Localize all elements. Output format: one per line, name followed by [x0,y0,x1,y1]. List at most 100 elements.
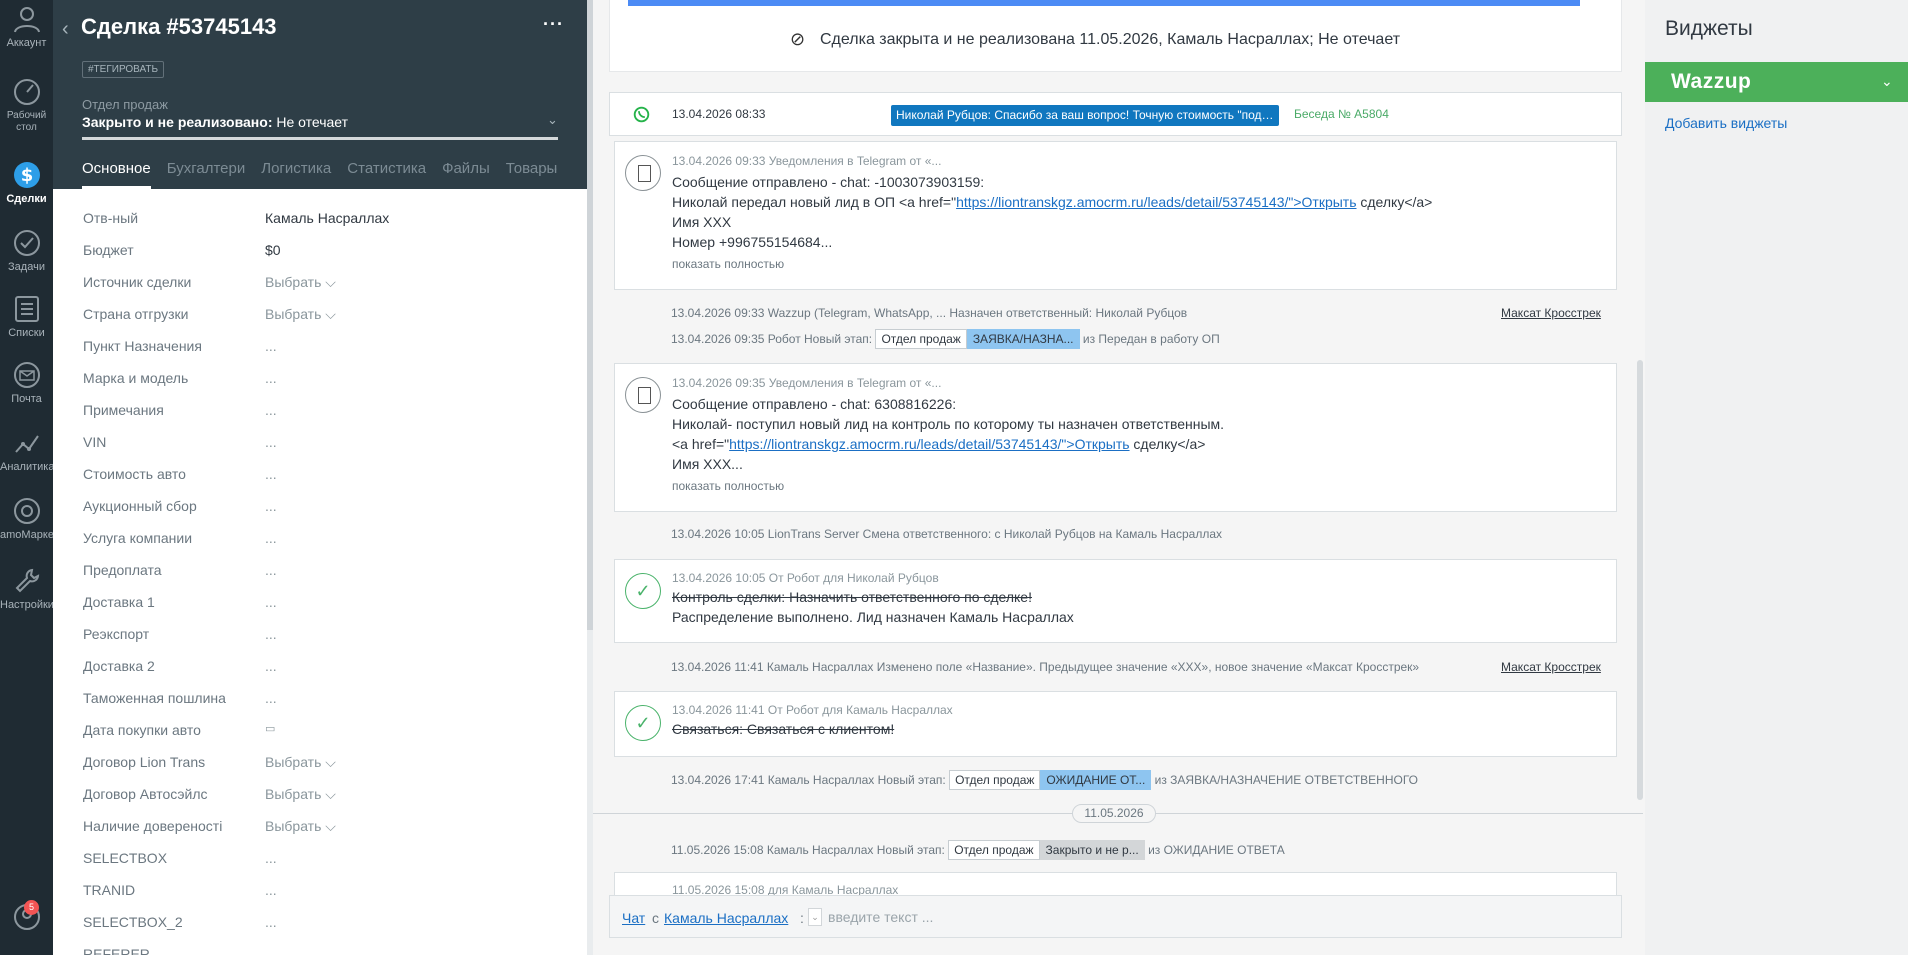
field-row[interactable]: REFERER [53,939,587,955]
field-row[interactable]: Марка и модель... [53,363,587,395]
back-arrow-icon[interactable]: ‹ [62,18,69,41]
field-row[interactable]: Доставка 2... [53,651,587,683]
status-reason: Не отечает [272,114,349,130]
stage-tag: Закрыто и не р... [1039,840,1145,860]
banner-topbar [628,0,1580,6]
tab-files[interactable]: Файлы [442,160,490,189]
field-row[interactable]: Бюджет $0 [53,235,587,267]
nav-dashboard[interactable]: Рабочий стол [0,77,53,134]
field-row[interactable]: Договор Автосэйлс Выбрать ⌵ [53,779,587,811]
field-value[interactable]: ... [265,882,277,898]
field-value[interactable]: Камаль Насраллах [265,210,389,226]
deals-icon: $ [13,162,40,188]
field-row[interactable]: Источник сделки Выбрать ⌵ [53,267,587,299]
field-value[interactable]: ... [265,498,277,514]
field-row[interactable]: Примечания... [53,395,587,427]
field-row[interactable]: Пункт Назначения... [53,331,587,363]
note-line: Николай передал новый лид в ОП <a href="… [672,192,1432,212]
chevron-down-icon[interactable]: ⌄ [1881,73,1893,90]
chevron-down-icon[interactable]: ⌄ [808,908,822,926]
field-value[interactable]: ... [265,658,277,674]
event-text: из ОЖИДАНИЕ ОТВЕТА [1148,843,1285,857]
note-header: 13.04.2026 09:33 Уведомления в Telegram … [672,154,942,168]
field-row[interactable]: Аукционный сбор... [53,491,587,523]
chat-type-link[interactable]: Чат [622,910,645,926]
field-value[interactable]: ... [265,530,277,546]
note-line: <a href="https://liontranskgz.amocrm.ru/… [672,434,1224,454]
tab-accounting[interactable]: Бухгалтери [167,160,246,189]
field-value[interactable]: ... [265,402,277,418]
field-label: Услуга компании [83,530,193,546]
field-row[interactable]: Доставка 1... [53,587,587,619]
widgets-panel: Виджеты Wazzup ⌄ Добавить виджеты [1645,0,1908,955]
tab-main[interactable]: Основное [82,160,151,189]
wazzup-widget[interactable]: Wazzup ⌄ [1645,62,1908,102]
tab-statistics[interactable]: Статистика [347,160,426,189]
calendar-icon[interactable]: ▭ [265,722,275,735]
field-value[interactable]: ... [265,466,277,482]
budget-value[interactable]: $0 [265,242,281,258]
deal-more-button[interactable]: ··· [543,14,564,35]
show-more-link[interactable]: показать полностью [672,254,1432,274]
tag-button[interactable]: #ТЕГИРОВАТЬ [82,61,165,78]
nav-settings[interactable]: Настройки [0,566,53,611]
field-row[interactable]: Дата покупки авто ▭ [53,715,587,747]
field-row[interactable]: Таможенная пошлина... [53,683,587,715]
deal-title: Сделка #53745143 [81,14,277,39]
field-row[interactable]: Реэкспорт... [53,619,587,651]
nav-mail[interactable]: Почта [0,360,53,405]
field-row[interactable]: Договор Lion Trans Выбрать ⌵ [53,747,587,779]
user-icon [13,7,40,33]
entity-link[interactable]: Максат Кросстрек [1501,306,1601,320]
field-row[interactable]: SELECTBOX... [53,843,587,875]
field-select[interactable]: Выбрать ⌵ [265,786,336,803]
pipeline-tag: Отдел продаж [948,840,1040,860]
entity-link[interactable]: Максат Кросстрек [1501,660,1601,674]
tabs-more-button[interactable]: ··· [543,160,558,177]
field-select[interactable]: Выбрать ⌵ [265,274,336,291]
field-row[interactable]: SELECTBOX_2... [53,907,587,939]
field-value[interactable]: ... [265,850,277,866]
nav-tasks[interactable]: Задачи [0,228,53,273]
field-value[interactable]: ... [265,562,277,578]
chat-message-row[interactable]: 13.04.2026 08:33 Николай Рубцов: Спасибо… [609,92,1622,136]
contact-link[interactable]: Камаль Насраллах [664,910,788,926]
field-row[interactable]: Стоимость авто... [53,459,587,491]
deal-card: ‹ Сделка #53745143 ··· #ТЕГИРОВАТЬ Отдел… [53,0,587,955]
nav-lists[interactable]: Списки [0,294,53,339]
field-value[interactable]: ... [265,690,277,706]
field-select[interactable]: Выбрать ⌵ [265,754,336,771]
field-row[interactable]: VIN... [53,427,587,459]
deal-link[interactable]: https://liontranskgz.amocrm.ru/leads/det… [956,194,1356,210]
message-input[interactable] [828,904,1588,930]
conversation-link[interactable]: Беседа № A5804 [1294,107,1389,121]
field-value[interactable]: ... [265,434,277,450]
nav-analytics[interactable]: Аналитика [0,428,53,473]
gauge-icon [13,79,40,105]
field-row[interactable]: Наличие довереностi Выбрать ⌵ [53,811,587,843]
nav-account[interactable]: Аккаунт [0,4,53,49]
chat-message-bubble[interactable]: Николай Рубцов: Спасибо за ваш вопрос! Т… [891,105,1279,126]
field-row[interactable]: Предоплата... [53,555,587,587]
add-widgets-link[interactable]: Добавить виджеты [1665,115,1787,131]
pipeline-status-select[interactable]: Закрыто и не реализовано: Не отечает [82,114,348,130]
field-row[interactable]: Услуга компании... [53,523,587,555]
field-value[interactable]: ... [265,594,277,610]
field-value[interactable]: ... [265,626,277,642]
field-row[interactable]: Отв-ный Камаль Насраллах [53,203,587,235]
field-select[interactable]: Выбрать ⌵ [265,818,336,835]
field-select[interactable]: Выбрать ⌵ [265,306,336,323]
show-more-link[interactable]: показать полностью [672,476,1224,496]
feed-scrollbar[interactable] [1637,360,1643,800]
field-row[interactable]: Страна отгрузки Выбрать ⌵ [53,299,587,331]
deal-link[interactable]: https://liontranskgz.amocrm.ru/leads/det… [729,436,1129,452]
field-row[interactable]: TRANID... [53,875,587,907]
chevron-down-icon[interactable]: ⌄ [547,112,558,128]
field-value[interactable]: ... [265,338,277,354]
nav-deals[interactable]: $ Сделки [0,160,53,205]
tab-logistics[interactable]: Логистика [261,160,331,189]
field-value[interactable]: ... [265,370,277,386]
nav-market[interactable]: amoМаркет [0,496,53,541]
event-text: 11.05.2026 15:08 Камаль Насраллах Новый … [671,843,945,857]
field-value[interactable]: ... [265,914,277,930]
